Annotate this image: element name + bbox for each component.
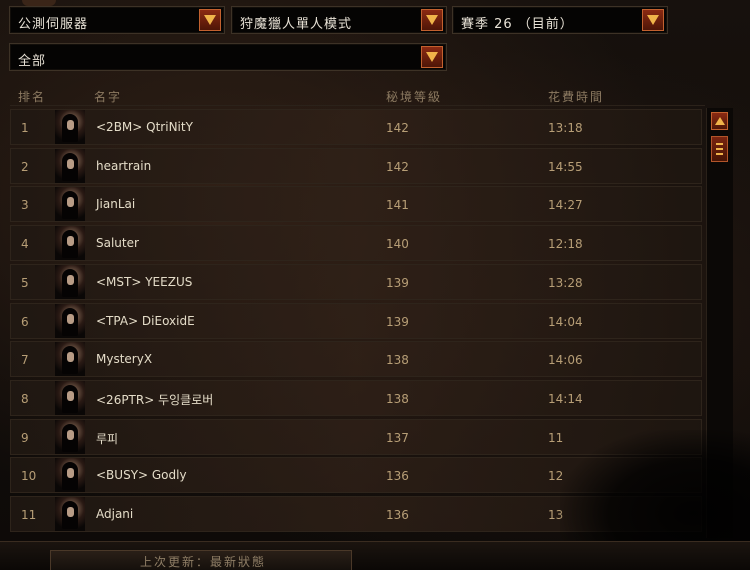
chevron-down-icon	[204, 15, 216, 25]
row-rank: 7	[21, 353, 29, 368]
row-rank: 5	[21, 275, 29, 290]
row-rift-level: 137	[386, 430, 409, 445]
row-time-spent: 14:27	[548, 198, 583, 213]
row-player-name[interactable]: JianLai	[96, 197, 135, 211]
leaderboard-row[interactable]: 5 <MST> YEEZUS 139 13:28	[10, 263, 702, 300]
scope-dropdown-button[interactable]	[421, 46, 443, 68]
row-rank: 2	[21, 159, 29, 174]
row-rift-level: 138	[386, 353, 409, 368]
avatar	[55, 226, 85, 261]
row-rank: 10	[21, 469, 37, 484]
row-time-spent: 12:18	[548, 237, 583, 252]
row-player-name[interactable]: <BUSY> Godly	[96, 468, 187, 482]
column-header-name: 名字	[94, 90, 123, 104]
row-rift-level: 138	[386, 391, 409, 406]
avatar	[55, 380, 85, 415]
column-header-level: 秘境等級	[386, 90, 443, 104]
scope-dropdown-label: 全部	[18, 54, 47, 69]
avatar	[55, 497, 85, 531]
row-rift-level: 136	[386, 469, 409, 484]
row-player-name[interactable]: heartrain	[96, 159, 151, 173]
row-rift-level: 139	[386, 314, 409, 329]
row-rift-level: 140	[386, 237, 409, 252]
row-rift-level: 142	[386, 159, 409, 174]
server-dropdown[interactable]: 公測伺服器	[9, 6, 225, 34]
row-rank: 11	[21, 508, 37, 522]
row-player-name[interactable]: Adjani	[96, 507, 133, 521]
row-player-name[interactable]: 루피	[96, 430, 118, 447]
row-rift-level: 141	[386, 198, 409, 213]
scrollbar-thumb[interactable]	[711, 136, 728, 162]
chevron-down-icon	[647, 15, 659, 25]
row-time-spent: 13:18	[548, 121, 583, 135]
avatar	[55, 458, 85, 493]
season-dropdown-label: 賽季 26 （目前）	[461, 17, 574, 32]
row-player-name[interactable]: Saluter	[96, 236, 139, 250]
row-time-spent: 14:14	[548, 391, 583, 406]
row-player-name[interactable]: MysteryX	[96, 352, 152, 366]
row-player-name[interactable]: <26PTR> 두잉클로버	[96, 391, 213, 408]
row-rift-level: 142	[386, 121, 409, 135]
avatar	[55, 148, 85, 183]
row-rank: 1	[21, 121, 29, 135]
avatar	[55, 187, 85, 222]
server-dropdown-button[interactable]	[199, 9, 221, 31]
row-rift-level: 139	[386, 275, 409, 290]
chevron-down-icon	[426, 52, 438, 62]
row-time-spent: 14:55	[548, 159, 583, 174]
row-player-name[interactable]: <2BM> QtriNitY	[96, 120, 193, 134]
chevron-down-icon	[426, 15, 438, 25]
avatar	[55, 110, 85, 144]
leaderboard-row[interactable]: 8 <26PTR> 두잉클로버 138 14:14	[10, 379, 702, 416]
row-time-spent: 14:06	[548, 353, 583, 368]
mode-dropdown[interactable]: 狩魔獵人單人模式	[231, 6, 447, 34]
row-rank: 9	[21, 430, 29, 445]
last-update-label: 上次更新：最新狀態	[140, 555, 267, 569]
chevron-up-icon	[714, 117, 725, 125]
server-dropdown-label: 公測伺服器	[18, 17, 89, 32]
row-time-spent: 14:04	[548, 314, 583, 329]
avatar	[55, 264, 85, 299]
avatar	[55, 419, 85, 454]
row-rank: 4	[21, 237, 29, 252]
leaderboard-row[interactable]: 2 heartrain 142 14:55	[10, 147, 702, 184]
mode-dropdown-button[interactable]	[421, 9, 443, 31]
row-rank: 6	[21, 314, 29, 329]
leaderboard-row[interactable]: 7 MysteryX 138 14:06	[10, 341, 702, 378]
row-player-name[interactable]: <MST> YEEZUS	[96, 275, 192, 289]
scope-dropdown[interactable]: 全部	[9, 43, 447, 71]
avatar	[55, 342, 85, 377]
season-dropdown[interactable]: 賽季 26 （目前）	[452, 6, 668, 34]
leaderboard-row[interactable]: 1 <2BM> QtriNitY 142 13:18	[10, 109, 702, 145]
row-rank: 3	[21, 198, 29, 213]
leaderboard-row[interactable]: 3 JianLai 141 14:27	[10, 186, 702, 223]
row-player-name[interactable]: <TPA> DiEoxidE	[96, 314, 195, 328]
row-rank: 8	[21, 391, 29, 406]
season-dropdown-button[interactable]	[642, 9, 664, 31]
avatar	[55, 303, 85, 338]
column-header-rank: 排名	[18, 90, 47, 104]
row-rift-level: 136	[386, 508, 409, 522]
row-time-spent: 13:28	[548, 275, 583, 290]
column-header-time: 花費時間	[548, 90, 605, 104]
mode-dropdown-label: 狩魔獵人單人模式	[240, 17, 353, 32]
header-divider	[10, 105, 705, 106]
scroll-up-button[interactable]	[711, 112, 728, 130]
leaderboard-row[interactable]: 6 <TPA> DiEoxidE 139 14:04	[10, 302, 702, 339]
leaderboard-row[interactable]: 4 Saluter 140 12:18	[10, 225, 702, 262]
